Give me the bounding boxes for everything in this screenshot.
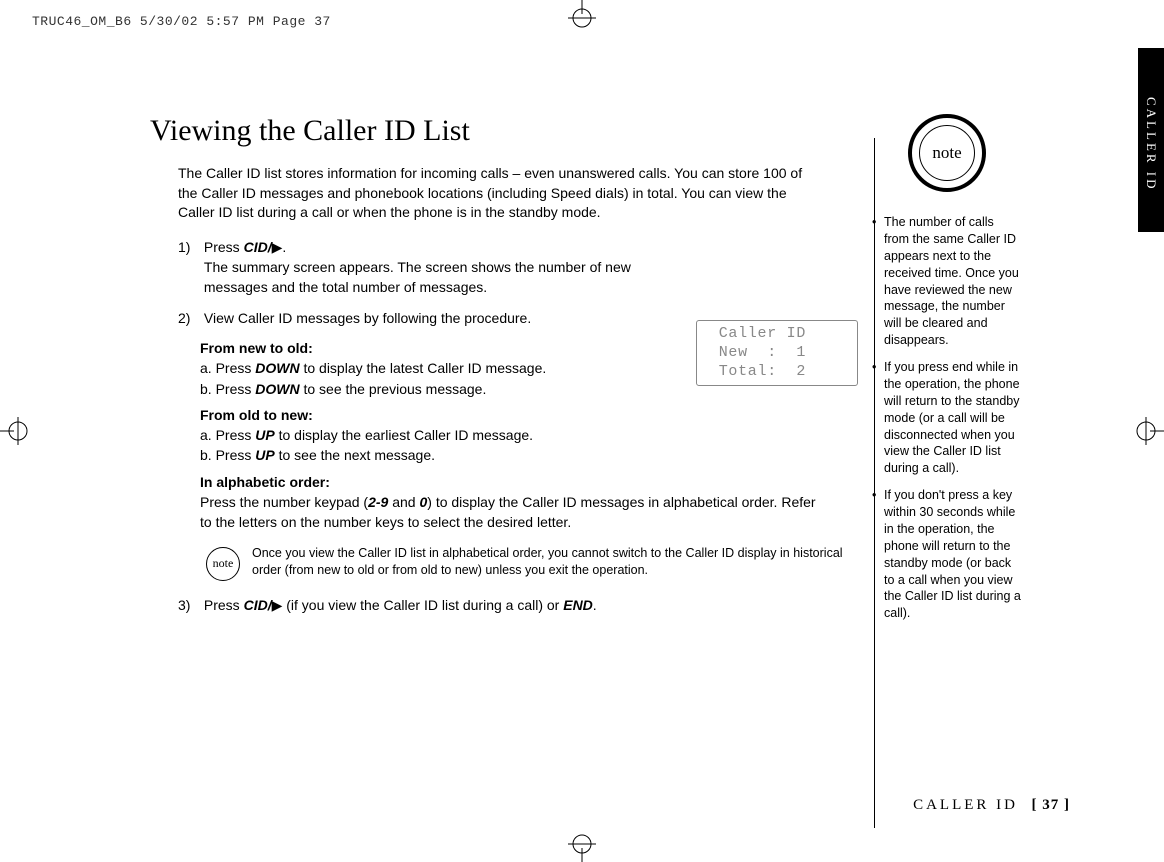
line-alpha: Press the number keypad (2-9 and 0) to d… bbox=[200, 492, 820, 533]
side-note-2: If you press end while in the operation,… bbox=[872, 359, 1022, 477]
page-footer: CALLER ID [ 37 ] bbox=[913, 797, 1070, 814]
line-otn-b: b. Press UP to see the next message. bbox=[200, 445, 852, 465]
triangle-icon: ▶ bbox=[272, 239, 283, 255]
step-1-number: 1) bbox=[178, 237, 200, 257]
note-icon: note bbox=[206, 547, 240, 581]
side-note-1: The number of calls from the same Caller… bbox=[872, 214, 1022, 349]
inline-note: note Once you view the Caller ID list in… bbox=[206, 545, 852, 581]
key-down: DOWN bbox=[255, 381, 299, 397]
crop-mark-top bbox=[564, 0, 600, 36]
step-1-body: Press CID/▶. The summary screen appears.… bbox=[204, 237, 654, 298]
triangle-icon: ▶ bbox=[272, 597, 283, 613]
key-cid: CID/ bbox=[244, 239, 272, 255]
key-cid: CID/ bbox=[244, 597, 272, 613]
print-header-strip: TRUC46_OM_B6 5/30/02 5:57 PM Page 37 bbox=[32, 14, 331, 29]
note-icon-large: note bbox=[908, 114, 986, 192]
step-1: 1) Press CID/▶. The summary screen appea… bbox=[178, 237, 852, 298]
footer-section: CALLER ID bbox=[913, 797, 1018, 813]
heading-alpha: In alphabetic order: bbox=[200, 472, 852, 492]
step-3-body: Press CID/▶ (if you view the Caller ID l… bbox=[204, 595, 844, 615]
heading-old-to-new: From old to new: bbox=[200, 405, 852, 425]
subsection-alpha: In alphabetic order: Press the number ke… bbox=[200, 472, 852, 533]
step-2-number: 2) bbox=[178, 308, 200, 328]
subsection-old-to-new: From old to new: a. Press UP to display … bbox=[200, 405, 852, 466]
key-range: 2-9 bbox=[368, 494, 388, 510]
side-column: note The number of calls from the same C… bbox=[872, 114, 1022, 632]
key-end: END bbox=[563, 597, 593, 613]
intro-paragraph: The Caller ID list stores information fo… bbox=[178, 164, 818, 223]
side-note-3: If you don't press a key within 30 secon… bbox=[872, 487, 1022, 622]
step-3-number: 3) bbox=[178, 595, 200, 615]
line-otn-a: a. Press UP to display the earliest Call… bbox=[200, 425, 852, 445]
key-down: DOWN bbox=[255, 360, 299, 376]
footer-page-number: [ 37 ] bbox=[1032, 797, 1071, 813]
page-body: Viewing the Caller ID List The Caller ID… bbox=[0, 40, 1164, 862]
page-title: Viewing the Caller ID List bbox=[150, 114, 852, 148]
lcd-display: Caller ID New : 1 Total: 2 bbox=[696, 320, 858, 386]
key-up: UP bbox=[255, 427, 274, 443]
inline-note-text: Once you view the Caller ID list in alph… bbox=[252, 545, 852, 579]
key-up: UP bbox=[255, 447, 274, 463]
side-notes-list: The number of calls from the same Caller… bbox=[872, 214, 1022, 622]
steps-block: 1) Press CID/▶. The summary screen appea… bbox=[178, 237, 852, 615]
note-icon-inner: note bbox=[919, 125, 975, 181]
step-3: 3) Press CID/▶ (if you view the Caller I… bbox=[178, 595, 852, 615]
